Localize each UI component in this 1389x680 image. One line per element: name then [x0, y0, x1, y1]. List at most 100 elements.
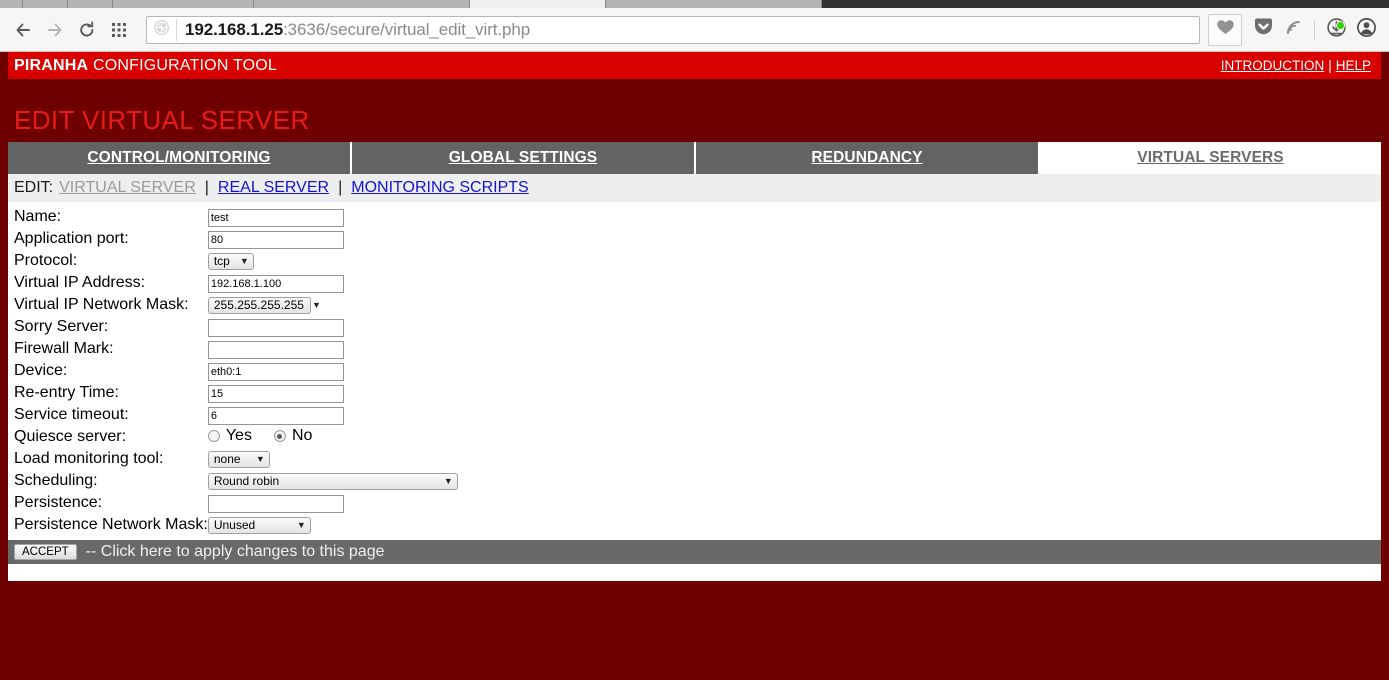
form-row-quiesce-server: Quiesce server: Yes No [14, 426, 458, 448]
account-button[interactable] [1351, 15, 1381, 45]
form-row-service-timeout: Service timeout: [14, 404, 458, 426]
virtual-ip-address-input[interactable] [207, 274, 344, 293]
field-load-tool-cell: none ▼ [207, 448, 458, 470]
service-timeout-input[interactable] [207, 406, 344, 425]
browser-tab[interactable] [68, 0, 113, 8]
field-virtual-mask-cell: 255.255.255.255 ▼ [207, 294, 458, 316]
rss-feed-icon [1284, 18, 1303, 42]
download-activity-indicator [1336, 20, 1345, 30]
url-path: :3636/secure/virtual_edit_virt.php [283, 19, 531, 39]
application-port-input[interactable] [207, 230, 344, 249]
field-persistence-cell [207, 492, 458, 514]
content-card: CONTROL/MONITORING GLOBAL SETTINGS REDUN… [8, 141, 1381, 581]
pocket-button[interactable] [1248, 15, 1278, 45]
persistence-network-mask-select[interactable]: Unused ▼ [207, 516, 311, 534]
form-row-virtual-ip-network-mask: Virtual IP Network Mask: 255.255.255.255… [14, 294, 458, 316]
firewall-mark-input[interactable] [207, 340, 344, 359]
accept-bar: ACCEPT -- Click here to apply changes to… [8, 540, 1381, 564]
quiesce-no-radio[interactable] [273, 430, 286, 442]
browser-tab-active[interactable] [470, 0, 606, 8]
virtual-server-form: Name: Application port: Protocol: tc [8, 202, 1381, 536]
forward-button[interactable] [40, 15, 70, 45]
chevron-down-icon: ▼ [239, 256, 249, 266]
tab-virtual-servers[interactable]: VIRTUAL SERVERS [1040, 142, 1381, 174]
main-tabs: CONTROL/MONITORING GLOBAL SETTINGS REDUN… [8, 142, 1381, 174]
browser-tab[interactable] [0, 0, 23, 8]
help-link[interactable]: HELP [1336, 58, 1371, 73]
form-row-application-port: Application port: [14, 228, 458, 250]
label-load-monitoring-tool: Load monitoring tool: [14, 450, 164, 467]
tab-redundancy[interactable]: REDUNDANCY [696, 142, 1040, 174]
account-icon [1356, 17, 1377, 43]
field-reentry-cell [207, 382, 458, 404]
subnav-link-monitoring-scripts[interactable]: MONITORING SCRIPTS [351, 179, 529, 197]
subnav-link-real-server[interactable]: REAL SERVER [218, 179, 329, 197]
brand-title: PIRANHA CONFIGURATION TOOL [14, 57, 277, 75]
tab-label: VIRTUAL SERVERS [1137, 149, 1284, 166]
brand-bar: PIRANHA CONFIGURATION TOOL INTRODUCTION |… [8, 52, 1381, 79]
scheduling-select[interactable]: Round robin ▼ [207, 472, 458, 490]
url-host: 192.168.1.25 [185, 19, 284, 39]
tab-global-settings[interactable]: GLOBAL SETTINGS [352, 142, 696, 174]
browser-tab[interactable] [113, 0, 254, 8]
brand-links: INTRODUCTION | HELP [1221, 58, 1371, 73]
label-persistence-network-mask: Persistence Network Mask: [14, 516, 208, 533]
form-row-device: Device: [14, 360, 458, 382]
label-sorry-server: Sorry Server: [14, 318, 109, 335]
tab-control-monitoring[interactable]: CONTROL/MONITORING [8, 142, 352, 174]
label-application-port: Application port: [14, 230, 129, 247]
protocol-select[interactable]: tcp ▼ [207, 252, 254, 270]
browser-tab[interactable] [606, 0, 822, 8]
back-button[interactable] [8, 15, 38, 45]
downloads-button[interactable] [1321, 15, 1351, 45]
quiesce-no-label: No [291, 427, 313, 444]
piranha-page: PIRANHA CONFIGURATION TOOL INTRODUCTION |… [0, 52, 1389, 680]
brand-link-separator: | [1328, 58, 1332, 73]
form-row-name: Name: [14, 206, 458, 228]
name-input[interactable] [207, 208, 344, 227]
bookmark-button[interactable] [1208, 13, 1242, 46]
form-row-scheduling: Scheduling: Round robin ▼ [14, 470, 458, 492]
browser-chrome: 192.168.1.25:3636/secure/virtual_edit_vi… [0, 0, 1389, 52]
chevron-down-icon: ▼ [443, 476, 453, 486]
field-device-cell [207, 360, 458, 382]
tab-label: CONTROL/MONITORING [87, 149, 271, 166]
address-bar[interactable]: 192.168.1.25:3636/secure/virtual_edit_vi… [146, 15, 1200, 44]
sorry-server-input[interactable] [207, 318, 344, 337]
load-tool-selected-value: none [213, 452, 241, 466]
label-protocol: Protocol: [14, 252, 78, 269]
label-virtual-ip-address: Virtual IP Address: [14, 274, 146, 291]
label-reentry-time: Re-entry Time: [14, 384, 119, 401]
quiesce-yes-label: Yes [225, 427, 252, 444]
field-name-cell [207, 206, 458, 228]
form-fields-table: Name: Application port: Protocol: tc [14, 206, 458, 536]
subnav-lead: EDIT: [14, 179, 54, 196]
rss-feed-button[interactable] [1278, 15, 1308, 45]
load-monitoring-tool-select[interactable]: none ▼ [207, 450, 270, 468]
device-input[interactable] [207, 362, 344, 381]
quiesce-yes-radio[interactable] [207, 430, 220, 442]
apps-button[interactable] [104, 15, 134, 45]
reload-button[interactable] [72, 15, 102, 45]
navigation-toolbar: 192.168.1.25:3636/secure/virtual_edit_vi… [0, 8, 1389, 52]
browser-tab[interactable] [23, 0, 68, 8]
form-row-load-monitoring-tool: Load monitoring tool: none ▼ [14, 448, 458, 470]
browser-tab[interactable] [254, 0, 470, 8]
browser-tab-strip[interactable] [0, 0, 1389, 8]
grid-apps-icon [111, 22, 127, 38]
field-timeout-cell [207, 404, 458, 426]
virtual-ip-network-mask-select[interactable]: 255.255.255.255 ▼ [207, 296, 321, 314]
chevron-down-icon: ▼ [311, 300, 321, 310]
accept-button[interactable]: ACCEPT [14, 544, 77, 560]
label-service-timeout: Service timeout: [14, 406, 129, 423]
arrow-left-icon [14, 21, 32, 39]
tab-label: GLOBAL SETTINGS [448, 149, 598, 166]
site-identity-box[interactable] [153, 18, 177, 41]
form-row-reentry-time: Re-entry Time: [14, 382, 458, 404]
accept-note: -- Click here to apply changes to this p… [85, 543, 385, 560]
label-quiesce-server: Quiesce server: [14, 428, 127, 445]
reentry-time-input[interactable] [207, 384, 344, 403]
persistence-input[interactable] [207, 494, 344, 513]
label-name: Name: [14, 208, 62, 225]
introduction-link[interactable]: INTRODUCTION [1221, 58, 1325, 73]
